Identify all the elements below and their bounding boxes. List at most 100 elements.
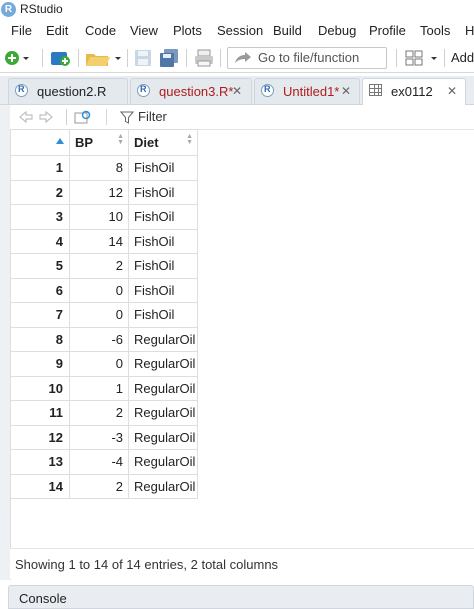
print-icon[interactable] (193, 48, 215, 68)
row-index: 7 (10, 302, 70, 328)
goto-file-function-input[interactable]: Go to file/function (227, 47, 387, 69)
entries-summary: Showing 1 to 14 of 14 entries, 2 total c… (15, 557, 279, 572)
cell-diet: RegularOil (128, 351, 198, 377)
menu-plots[interactable]: Plots (173, 23, 202, 38)
close-icon[interactable]: ✕ (447, 84, 457, 98)
menu-session[interactable]: Session (217, 23, 263, 38)
pop-out-icon[interactable] (74, 109, 92, 125)
window-title: RStudio (20, 2, 63, 16)
menu-build[interactable]: Build (273, 23, 302, 38)
close-icon[interactable]: ✕ (341, 84, 351, 98)
tab-question3[interactable]: question3.R* ✕ (130, 78, 252, 104)
new-file-icon[interactable] (3, 48, 31, 68)
table-row: 6 0 FishOil (10, 277, 198, 303)
cell-bp: 0 (69, 351, 129, 377)
save-all-icon[interactable] (158, 48, 180, 68)
close-icon[interactable]: ✕ (232, 84, 242, 98)
console-tab-label: Console (19, 591, 67, 606)
cell-bp: 8 (69, 155, 129, 181)
menu-tools[interactable]: Tools (420, 23, 450, 38)
rstudio-logo-icon: R (1, 2, 16, 17)
tab-label: question3.R* (159, 84, 234, 99)
data-table: BP ▲ ▼ Diet ▲ ▼ 1 8 FishOil 2 12 FishOil 3 10 Fi… (10, 129, 198, 499)
column-header-diet[interactable]: Diet ▲ ▼ (128, 129, 198, 156)
save-icon[interactable] (133, 48, 153, 68)
back-arrow-icon[interactable] (18, 110, 34, 124)
table-row: 2 12 FishOil (10, 179, 198, 205)
tab-untitled1[interactable]: Untitled1* ✕ (254, 78, 360, 104)
row-index: 6 (10, 277, 70, 303)
tab-question2[interactable]: question2.R (8, 78, 128, 104)
main-toolbar: Go to file/function Addi (0, 44, 474, 73)
menu-view[interactable]: View (130, 23, 158, 38)
cell-diet: RegularOil (128, 326, 198, 352)
filter-funnel-icon[interactable] (120, 111, 134, 124)
menu-debug[interactable]: Debug (318, 23, 356, 38)
r-file-icon (261, 84, 274, 97)
toolbar-separator (444, 49, 445, 67)
cell-diet: FishOil (128, 204, 198, 230)
table-icon (369, 84, 382, 96)
column-header-bp[interactable]: BP ▲ ▼ (69, 129, 129, 156)
row-index: 8 (10, 326, 70, 352)
cell-bp: 14 (69, 228, 129, 254)
header-row: BP ▲ ▼ Diet ▲ ▼ (10, 129, 198, 156)
table-row: 8 -6 RegularOil (10, 326, 198, 352)
cell-bp: 2 (69, 473, 129, 499)
open-file-icon[interactable] (84, 48, 124, 68)
menu-profile[interactable]: Profile (369, 23, 406, 38)
cell-bp: 1 (69, 375, 129, 401)
r-file-icon (137, 84, 150, 97)
cell-bp: 2 (69, 253, 129, 279)
r-file-icon (15, 84, 28, 97)
menu-code[interactable]: Code (85, 23, 116, 38)
table-row: 10 1 RegularOil (10, 375, 198, 401)
row-index: 2 (10, 179, 70, 205)
console-pane-header[interactable]: Console (8, 585, 474, 609)
tab-label: Untitled1* (283, 84, 340, 99)
menu-help[interactable]: H (465, 23, 474, 38)
cell-diet: RegularOil (128, 375, 198, 401)
row-index-header[interactable] (10, 129, 70, 156)
forward-arrow-icon[interactable] (38, 110, 54, 124)
cell-bp: -4 (69, 449, 129, 475)
cell-diet: FishOil (128, 302, 198, 328)
table-row: 9 0 RegularOil (10, 351, 198, 377)
table-row: 3 10 FishOil (10, 204, 198, 230)
row-index: 1 (10, 155, 70, 181)
table-row: 4 14 FishOil (10, 228, 198, 254)
cell-bp: 2 (69, 400, 129, 426)
table-row: 13 -4 RegularOil (10, 449, 198, 475)
toolbar-separator (78, 49, 79, 67)
toolbar-separator (106, 109, 107, 125)
cell-diet: FishOil (128, 228, 198, 254)
filter-button[interactable]: Filter (138, 109, 167, 124)
column-label: Diet (134, 135, 159, 150)
cell-diet: RegularOil (128, 400, 198, 426)
cell-diet: FishOil (128, 179, 198, 205)
cell-bp: -3 (69, 424, 129, 450)
menu-file[interactable]: File (11, 23, 32, 38)
cell-bp: -6 (69, 326, 129, 352)
cell-diet: RegularOil (128, 424, 198, 450)
row-index: 12 (10, 424, 70, 450)
data-grid: BP ▲ ▼ Diet ▲ ▼ 1 8 FishOil 2 12 FishOil 3 10 Fi… (10, 129, 198, 499)
workspace-panes-icon[interactable] (404, 48, 442, 68)
goto-placeholder: Go to file/function (258, 50, 360, 65)
new-project-icon[interactable] (49, 48, 73, 68)
toolbar-separator (186, 49, 187, 67)
table-row: 11 2 RegularOil (10, 400, 198, 426)
cell-diet: FishOil (128, 277, 198, 303)
row-index: 3 (10, 204, 70, 230)
data-viewer-toolbar: Filter (10, 105, 474, 130)
row-index: 9 (10, 351, 70, 377)
source-tab-strip: question2.R question3.R* ✕ Untitled1* ✕ … (0, 76, 474, 105)
table-status-bar: Showing 1 to 14 of 14 entries, 2 total c… (10, 548, 474, 579)
addins-menu[interactable]: Addi (451, 50, 474, 65)
table-row: 1 8 FishOil (10, 155, 198, 181)
menu-edit[interactable]: Edit (46, 23, 68, 38)
cell-bp: 0 (69, 302, 129, 328)
tab-ex0112[interactable]: ex0112 ✕ (362, 78, 466, 105)
title-bar: R RStudio (0, 0, 474, 20)
table-row: 5 2 FishOil (10, 253, 198, 279)
